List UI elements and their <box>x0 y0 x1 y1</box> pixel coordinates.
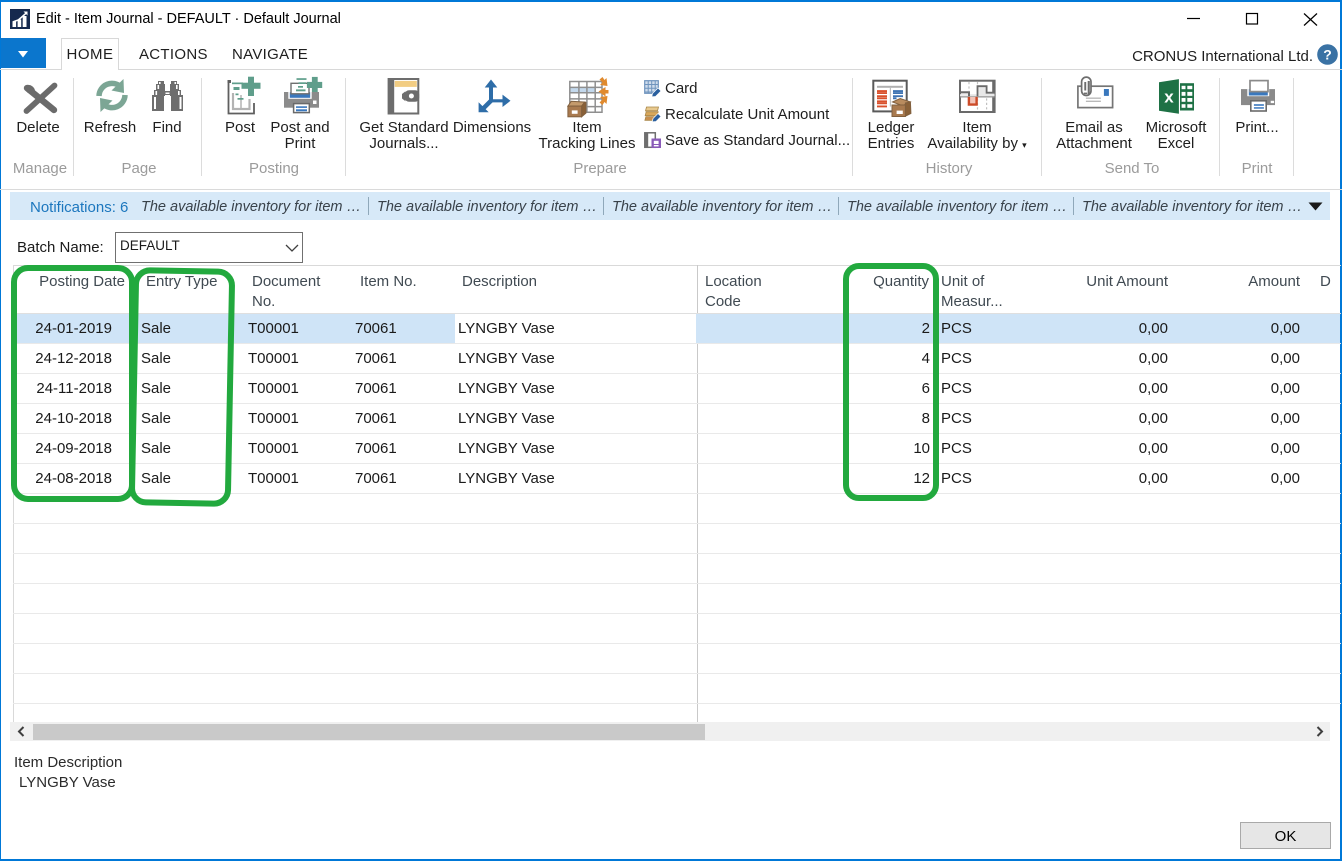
svg-text:x: x <box>1164 88 1174 107</box>
svg-text:?: ? <box>1323 47 1332 63</box>
